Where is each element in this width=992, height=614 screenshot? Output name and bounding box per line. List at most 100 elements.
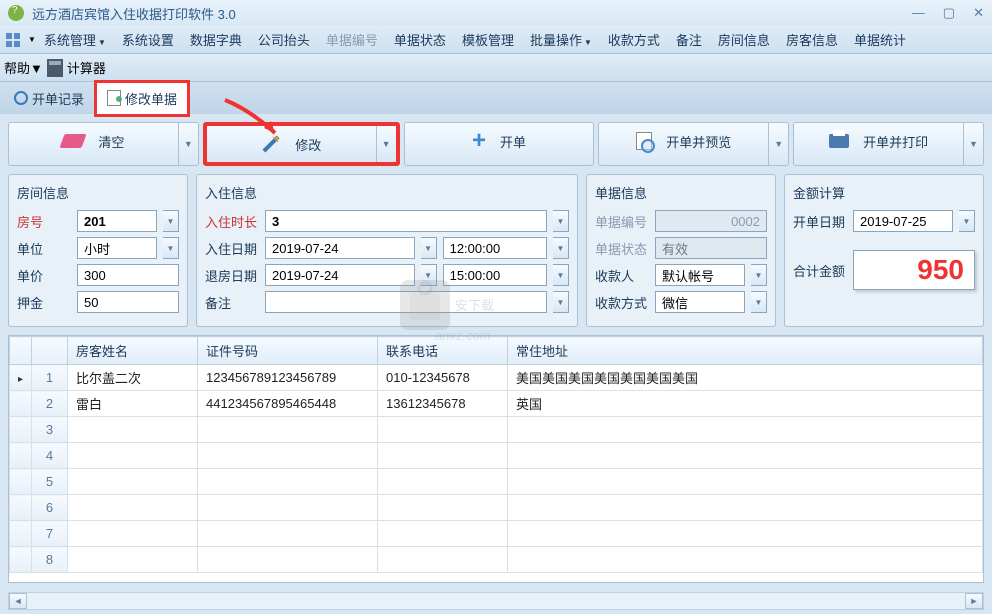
checkin-time-input[interactable]: 12:00:00	[443, 237, 547, 259]
menu-item-6[interactable]: 模板管理	[454, 29, 522, 52]
cell-id[interactable]: 123456789123456789	[198, 365, 378, 391]
menu-item-8[interactable]: 收款方式	[600, 29, 668, 52]
table-row[interactable]: 5	[10, 469, 983, 495]
method-dropdown[interactable]: ▼	[751, 291, 767, 313]
duration-dropdown[interactable]: ▼	[553, 210, 569, 232]
checkin-date-dropdown[interactable]: ▼	[421, 237, 437, 259]
scroll-track[interactable]	[27, 593, 965, 609]
horizontal-scrollbar[interactable]: ◄ ►	[8, 592, 984, 610]
menu-item-1[interactable]: 系统设置	[114, 29, 182, 52]
cell-id[interactable]: 441234567895465448	[198, 391, 378, 417]
cell-id[interactable]	[198, 521, 378, 547]
unit-dropdown[interactable]: ▼	[163, 237, 179, 259]
price-input[interactable]: 300	[77, 264, 179, 286]
menu-calculator[interactable]: 计算器	[67, 58, 106, 77]
cell-name[interactable]	[68, 469, 198, 495]
method-input[interactable]: 微信	[655, 291, 745, 313]
print-split[interactable]: ▼	[963, 123, 983, 165]
duration-input[interactable]: 3	[265, 210, 547, 232]
table-row[interactable]: 7	[10, 521, 983, 547]
modify-button[interactable]: 修改	[207, 126, 376, 162]
col-phone[interactable]: 联系电话	[378, 337, 508, 365]
close-button[interactable]: ✕	[973, 5, 984, 21]
clear-button[interactable]: 清空	[9, 123, 178, 159]
cell-name[interactable]	[68, 495, 198, 521]
cell-addr[interactable]	[508, 417, 983, 443]
menu-item-5[interactable]: 单据状态	[386, 29, 454, 52]
checkout-time-dropdown[interactable]: ▼	[553, 264, 569, 286]
menu-item-2[interactable]: 数据字典	[182, 29, 250, 52]
menu-item-9[interactable]: 备注	[668, 29, 710, 52]
unit-input[interactable]: 小时	[77, 237, 157, 259]
cell-phone[interactable]	[378, 521, 508, 547]
table-row[interactable]: ▸1比尔盖二次123456789123456789010-12345678美国美…	[10, 365, 983, 391]
menu-item-12[interactable]: 单据统计	[846, 29, 914, 52]
cell-phone[interactable]	[378, 417, 508, 443]
menu-help[interactable]: 帮助▼	[4, 58, 43, 77]
col-addr[interactable]: 常住地址	[508, 337, 983, 365]
note-input[interactable]	[265, 291, 547, 313]
tab-edit-bill[interactable]: 修改单据	[94, 80, 190, 117]
cell-name[interactable]: 比尔盖二次	[68, 365, 198, 391]
module-icon[interactable]	[4, 31, 22, 49]
table-row[interactable]: 3	[10, 417, 983, 443]
cell-id[interactable]	[198, 417, 378, 443]
cell-addr[interactable]	[508, 495, 983, 521]
bill-date-input[interactable]: 2019-07-25	[853, 210, 953, 232]
cell-name[interactable]	[68, 417, 198, 443]
menu-item-0[interactable]: 系统管理▼	[36, 29, 114, 52]
module-dropdown[interactable]: ▼	[28, 35, 36, 44]
tab-record[interactable]: 开单记录	[4, 83, 94, 114]
cell-name[interactable]	[68, 443, 198, 469]
cell-addr[interactable]	[508, 443, 983, 469]
cell-addr[interactable]	[508, 547, 983, 573]
preview-button[interactable]: 开单并预览	[599, 123, 768, 159]
scroll-right-button[interactable]: ►	[965, 593, 983, 609]
checkout-date-dropdown[interactable]: ▼	[421, 264, 437, 286]
cell-phone[interactable]	[378, 495, 508, 521]
cell-phone[interactable]	[378, 547, 508, 573]
scroll-left-button[interactable]: ◄	[9, 593, 27, 609]
note-dropdown[interactable]: ▼	[553, 291, 569, 313]
calculator-icon[interactable]	[47, 59, 63, 77]
cell-id[interactable]	[198, 443, 378, 469]
menu-item-3[interactable]: 公司抬头	[250, 29, 318, 52]
room-no-input[interactable]: 201	[77, 210, 157, 232]
cell-name[interactable]: 雷白	[68, 391, 198, 417]
cell-addr[interactable]: 英国	[508, 391, 983, 417]
col-id[interactable]: 证件号码	[198, 337, 378, 365]
modify-split[interactable]: ▼	[376, 126, 396, 162]
menu-item-4[interactable]: 单据编号	[318, 29, 386, 52]
checkout-time-input[interactable]: 15:00:00	[443, 264, 547, 286]
print-button[interactable]: 开单并打印	[794, 123, 963, 159]
menu-item-11[interactable]: 房客信息	[778, 29, 846, 52]
checkin-date-input[interactable]: 2019-07-24	[265, 237, 415, 259]
cell-id[interactable]	[198, 469, 378, 495]
preview-split[interactable]: ▼	[768, 123, 788, 165]
cell-id[interactable]	[198, 547, 378, 573]
checkin-time-dropdown[interactable]: ▼	[553, 237, 569, 259]
payee-input[interactable]: 默认帐号	[655, 264, 745, 286]
clear-split[interactable]: ▼	[178, 123, 198, 165]
payee-dropdown[interactable]: ▼	[751, 264, 767, 286]
cell-addr[interactable]	[508, 521, 983, 547]
cell-id[interactable]	[198, 495, 378, 521]
room-no-dropdown[interactable]: ▼	[163, 210, 179, 232]
cell-phone[interactable]: 010-12345678	[378, 365, 508, 391]
cell-phone[interactable]	[378, 443, 508, 469]
table-row[interactable]: 6	[10, 495, 983, 521]
cell-addr[interactable]: 美国美国美国美国美国美国美国	[508, 365, 983, 391]
cell-phone[interactable]: 13612345678	[378, 391, 508, 417]
col-name[interactable]: 房客姓名	[68, 337, 198, 365]
table-row[interactable]: 8	[10, 547, 983, 573]
table-row[interactable]: 2雷白44123456789546544813612345678英国	[10, 391, 983, 417]
deposit-input[interactable]: 50	[77, 291, 179, 313]
menu-item-7[interactable]: 批量操作▼	[522, 29, 600, 52]
open-button[interactable]: + 开单	[405, 123, 594, 159]
maximize-button[interactable]: ▢	[943, 5, 955, 21]
checkout-date-input[interactable]: 2019-07-24	[265, 264, 415, 286]
cell-phone[interactable]	[378, 469, 508, 495]
cell-name[interactable]	[68, 547, 198, 573]
cell-name[interactable]	[68, 521, 198, 547]
bill-date-dropdown[interactable]: ▼	[959, 210, 975, 232]
